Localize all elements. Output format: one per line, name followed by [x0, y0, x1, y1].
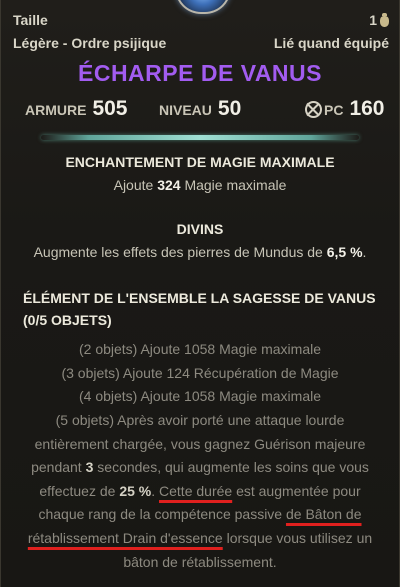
- set-bonus-5-text-c: .: [151, 482, 160, 499]
- trait-value: 6,5 %: [326, 244, 363, 260]
- item-stats: ARMURE 505 NIVEAU 50 PC 160: [25, 97, 389, 121]
- stat-pc: PC 160: [305, 97, 385, 121]
- set-title: ÉLÉMENT DE L'ENSEMBLE LA SAGESSE DE VANU…: [23, 290, 376, 328]
- bag-icon: [380, 12, 389, 27]
- enchant-text-pre: Ajoute: [113, 177, 158, 193]
- stat-niveau: NIVEAU 50: [159, 97, 305, 121]
- stat-armure-value: 505: [92, 97, 128, 120]
- set-bonus-4: (4 objets) Ajoute 1058 Magie maximale: [78, 388, 322, 404]
- trait-text-post: .: [362, 244, 367, 260]
- set-bonus-list: (2 objets) Ajoute 1058 Magie maximale (3…: [1, 338, 399, 409]
- stat-niveau-label: NIVEAU: [159, 102, 212, 118]
- item-count-value: 1: [369, 12, 377, 28]
- item-tooltip: Taille 1 Légère - Ordre psijique Lié qua…: [0, 0, 400, 587]
- stat-armure-label: ARMURE: [25, 102, 87, 118]
- trait-text-pre: Augmente les effets des pierres de Mundu…: [33, 244, 327, 260]
- trait-title: DIVINS: [176, 221, 224, 237]
- stat-pc-value: 160: [349, 97, 385, 120]
- item-bind-status: Lié quand équipé: [273, 35, 389, 51]
- tooltip-divider: [41, 135, 359, 140]
- item-sub-row: Légère - Ordre psijique Lié quand équipé: [13, 35, 389, 51]
- set-bonus-3: (3 objets) Ajoute 124 Récupération de Ma…: [61, 364, 339, 381]
- enchant-title: ENCHANTEMENT DE MAGIE MAXIMALE: [65, 154, 335, 170]
- enchant-description: Ajoute 324 Magie maximale: [1, 177, 399, 193]
- item-name: ÉCHARPE DE VANUS: [78, 60, 322, 86]
- trait-description: Augmente les effets des pierres de Mundu…: [1, 244, 399, 260]
- set-bonus-2: (2 objets) Ajoute 1058 Magie maximale: [78, 341, 322, 357]
- enchant-text-post: Magie maximale: [180, 177, 287, 193]
- set-bonus-5: (5 objets) Après avoir porté une attaque…: [25, 409, 375, 574]
- stat-pc-label: PC: [324, 102, 344, 118]
- item-type-row: Taille 1: [13, 12, 389, 28]
- item-weight-quality: Légère - Ordre psijique: [13, 35, 167, 51]
- enchant-value: 324: [157, 177, 181, 193]
- stat-armure: ARMURE 505: [25, 97, 145, 121]
- item-type: Taille: [13, 12, 48, 28]
- set-bonus-5-percent: 25 %: [119, 482, 152, 499]
- crossed-circle-icon: [305, 101, 322, 118]
- item-count: 1: [369, 12, 389, 28]
- stat-niveau-value: 50: [217, 97, 242, 120]
- set-bonus-5-underlined-duration: Cette durée: [159, 482, 233, 499]
